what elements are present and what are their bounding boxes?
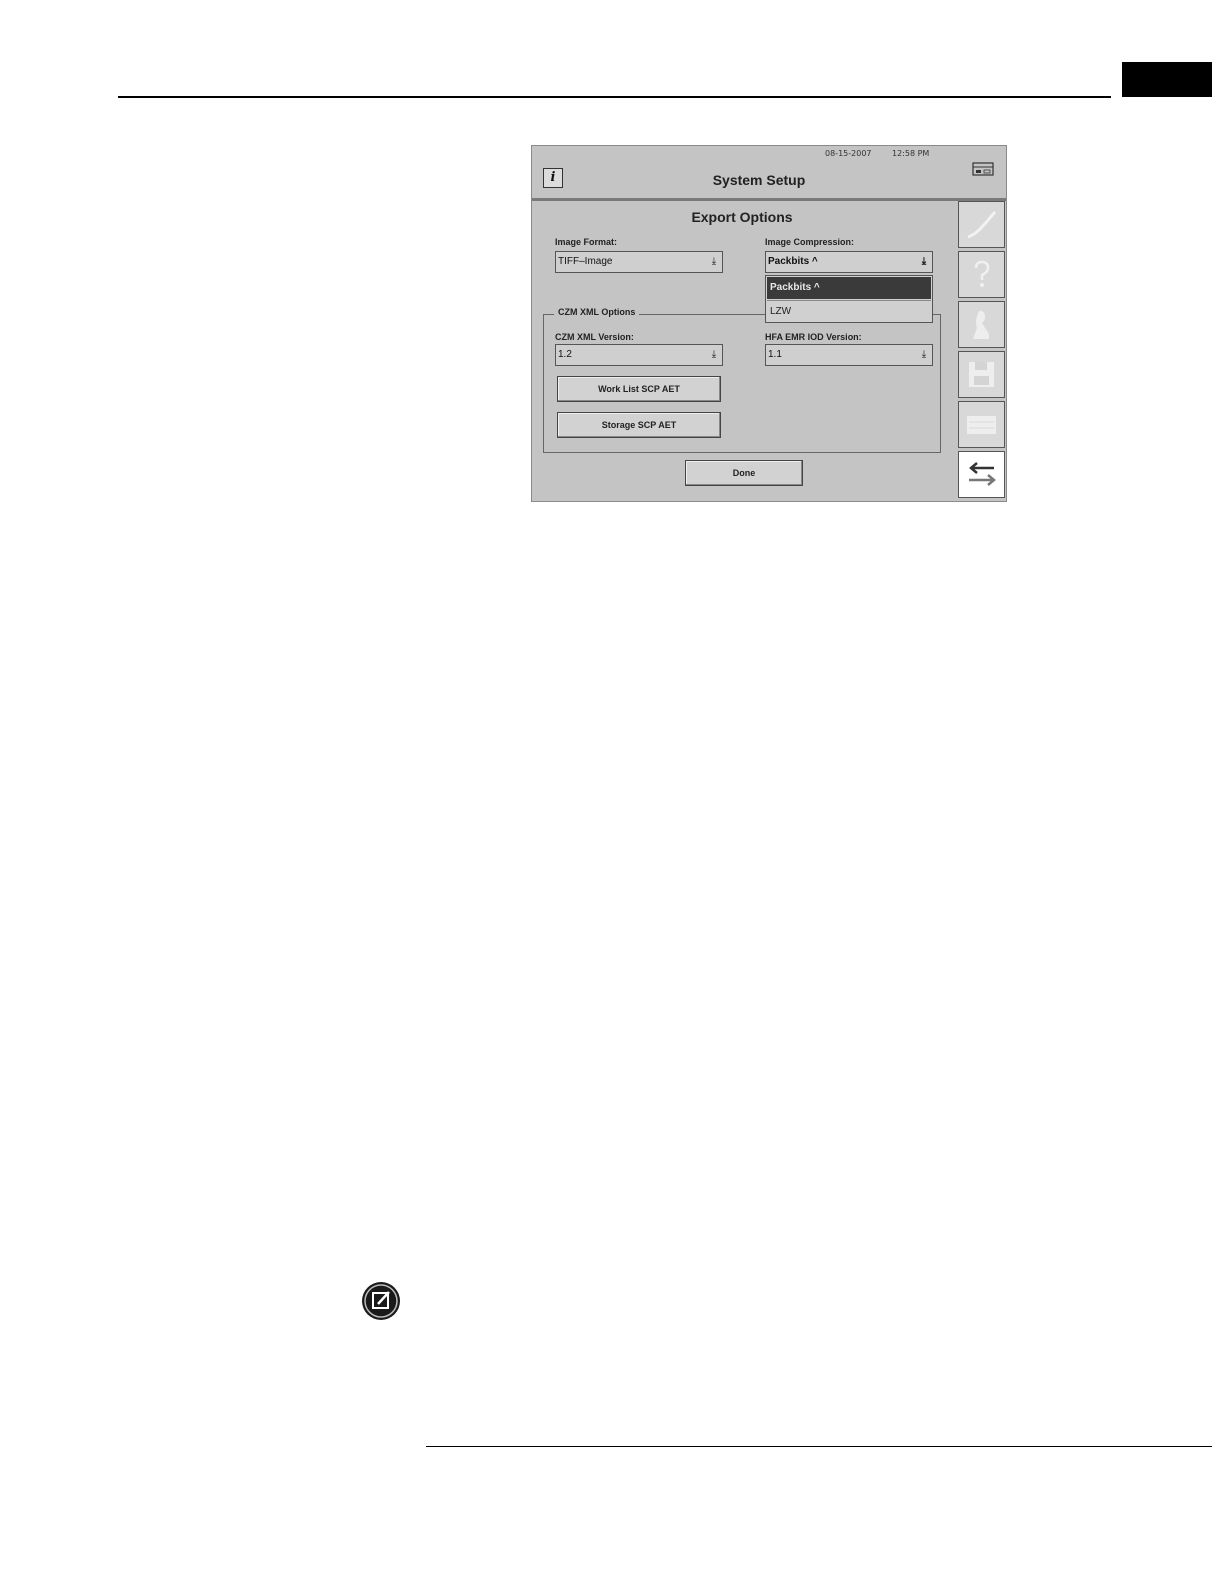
screen-title: System Setup	[712, 172, 806, 188]
printer-icon[interactable]	[972, 162, 994, 176]
hfa-emr-iod-version-select[interactable]: 1.1 ⤓	[765, 344, 933, 366]
image-format-label: Image Format:	[555, 237, 618, 247]
save-icon	[969, 362, 994, 387]
info-button[interactable]: i	[543, 168, 563, 188]
dropdown-arrow-icon[interactable]: ⤓	[916, 252, 932, 272]
note-icon	[362, 1282, 400, 1320]
image-format-value: TIFF–Image	[558, 256, 613, 267]
dropdown-arrow-icon[interactable]: ⤓	[916, 345, 932, 365]
curve-icon	[967, 211, 997, 239]
help-icon	[974, 260, 990, 287]
date-display: 08-15-2007	[825, 149, 872, 158]
dropdown-option-lzw[interactable]: LZW	[767, 300, 931, 322]
done-button[interactable]: Done	[685, 460, 803, 486]
chapter-tab	[1122, 62, 1212, 97]
sidebar-item-save[interactable]	[958, 351, 1005, 398]
storage-scp-aet-button[interactable]: Storage SCP AET	[557, 412, 721, 438]
czm-xml-version-value: 1.2	[558, 349, 572, 360]
sidebar-item-list[interactable]	[958, 401, 1005, 448]
image-compression-dropdown: Packbits ^ LZW	[765, 275, 933, 323]
section-title: Export Options	[691, 209, 793, 225]
image-compression-label: Image Compression:	[765, 237, 855, 247]
czm-xml-version-select[interactable]: 1.2 ⤓	[555, 344, 723, 366]
dropdown-arrow-icon[interactable]: ⤓	[706, 252, 722, 272]
work-list-scp-aet-button[interactable]: Work List SCP AET	[557, 376, 721, 402]
export-options-panel: Export Options Image Format: TIFF–Image …	[532, 201, 956, 501]
czm-xml-version-label: CZM XML Version:	[555, 332, 634, 342]
time-display: 12:58 PM	[892, 149, 930, 158]
return-icon	[969, 462, 996, 486]
sidebar-item-person[interactable]	[958, 301, 1005, 348]
sidebar-item-help[interactable]	[958, 251, 1005, 298]
image-compression-value: Packbits ^	[768, 256, 818, 267]
czm-xml-options-legend: CZM XML Options	[554, 307, 640, 317]
hfa-emr-iod-version-label: HFA EMR IOD Version:	[765, 332, 862, 342]
footer-rule	[426, 1446, 1212, 1447]
list-icon	[967, 416, 996, 434]
system-setup-screen: 08-15-2007 12:58 PM i System Setup Expor…	[531, 145, 1007, 502]
screen-topbar: 08-15-2007 12:58 PM i System Setup	[532, 146, 1006, 201]
sidebar-item-curve[interactable]	[958, 201, 1005, 248]
person-icon	[973, 310, 989, 339]
dropdown-arrow-icon[interactable]: ⤓	[706, 345, 722, 365]
header-rule	[118, 96, 1111, 98]
image-format-select[interactable]: TIFF–Image ⤓	[555, 251, 723, 273]
image-compression-select[interactable]: Packbits ^ ⤓	[765, 251, 933, 273]
dropdown-option-packbits[interactable]: Packbits ^	[767, 277, 931, 299]
sidebar	[958, 201, 1006, 501]
hfa-emr-iod-version-value: 1.1	[768, 349, 782, 360]
sidebar-item-return[interactable]	[958, 451, 1005, 498]
